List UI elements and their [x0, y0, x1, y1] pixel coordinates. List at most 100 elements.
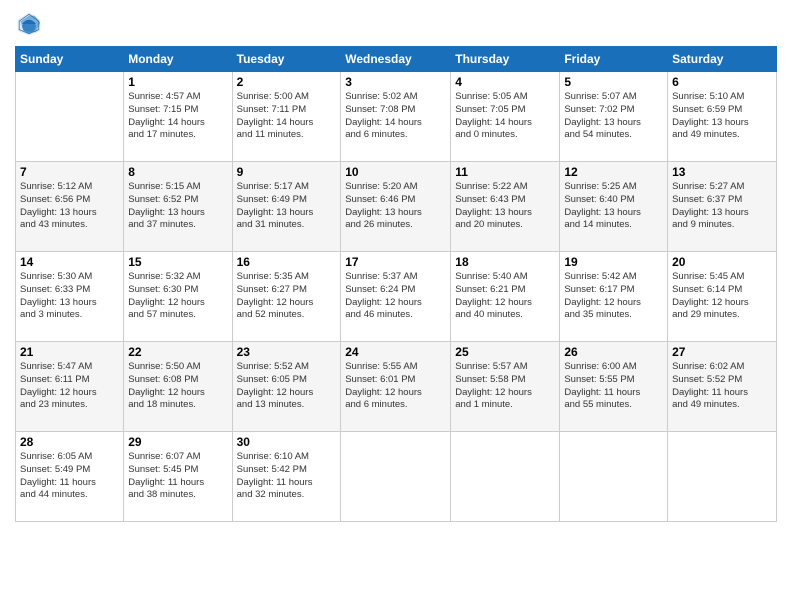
weekday-header-thursday: Thursday	[451, 47, 560, 72]
calendar-cell: 13 Sunrise: 5:27 AM Sunset: 6:37 PM Dayli…	[668, 162, 777, 252]
calendar-cell: 23 Sunrise: 5:52 AM Sunset: 6:05 PM Dayli…	[232, 342, 341, 432]
calendar-cell: 1 Sunrise: 4:57 AM Sunset: 7:15 PM Daylig…	[124, 72, 232, 162]
day-number: 15	[128, 255, 227, 269]
calendar-cell: 21 Sunrise: 5:47 AM Sunset: 6:11 PM Dayli…	[16, 342, 124, 432]
calendar-cell: 12 Sunrise: 5:25 AM Sunset: 6:40 PM Dayli…	[560, 162, 668, 252]
calendar-cell: 3Sunrise: 5:02 AM Sunset: 7:08 PM Daylig…	[341, 72, 451, 162]
calendar-cell: 24Sunrise: 5:55 AM Sunset: 6:01 PM Dayli…	[341, 342, 451, 432]
day-number: 20	[672, 255, 772, 269]
day-info: Sunrise: 6:05 AM Sunset: 5:49 PM Dayligh…	[20, 451, 119, 502]
calendar-body: 1 Sunrise: 4:57 AM Sunset: 7:15 PM Daylig…	[16, 72, 777, 522]
calendar-cell	[16, 72, 124, 162]
day-number: 26	[564, 345, 663, 359]
weekday-header-monday: Monday	[124, 47, 232, 72]
day-info: Sunrise: 5:07 AM Sunset: 7:02 PM Dayligh…	[564, 91, 663, 142]
day-info: Sunrise: 5:27 AM Sunset: 6:37 PM Dayligh…	[672, 181, 772, 232]
weekday-header-wednesday: Wednesday	[341, 47, 451, 72]
calendar-cell: 28Sunrise: 6:05 AM Sunset: 5:49 PM Dayli…	[16, 432, 124, 522]
day-number: 17	[345, 255, 446, 269]
day-info: Sunrise: 5:17 AM Sunset: 6:49 PM Dayligh…	[237, 181, 337, 232]
day-info: Sunrise: 5:40 AM Sunset: 6:21 PM Dayligh…	[455, 271, 555, 322]
day-info: Sunrise: 5:25 AM Sunset: 6:40 PM Dayligh…	[564, 181, 663, 232]
day-info: Sunrise: 4:57 AM Sunset: 7:15 PM Dayligh…	[128, 91, 227, 142]
day-number: 8	[128, 165, 227, 179]
day-number: 5	[564, 75, 663, 89]
calendar-week-4: 21 Sunrise: 5:47 AM Sunset: 6:11 PM Dayli…	[16, 342, 777, 432]
calendar-cell: 19 Sunrise: 5:42 AM Sunset: 6:17 PM Dayli…	[560, 252, 668, 342]
calendar-cell: 26 Sunrise: 6:00 AM Sunset: 5:55 PM Dayli…	[560, 342, 668, 432]
day-info: Sunrise: 5:00 AM Sunset: 7:11 PM Dayligh…	[237, 91, 337, 142]
day-info: Sunrise: 6:00 AM Sunset: 5:55 PM Dayligh…	[564, 361, 663, 412]
calendar-cell: 6 Sunrise: 5:10 AM Sunset: 6:59 PM Daylig…	[668, 72, 777, 162]
calendar-week-1: 1 Sunrise: 4:57 AM Sunset: 7:15 PM Daylig…	[16, 72, 777, 162]
day-number: 13	[672, 165, 772, 179]
day-number: 7	[20, 165, 119, 179]
calendar-cell: 22 Sunrise: 5:50 AM Sunset: 6:08 PM Dayli…	[124, 342, 232, 432]
day-number: 25	[455, 345, 555, 359]
day-info: Sunrise: 6:10 AM Sunset: 5:42 PM Dayligh…	[237, 451, 337, 502]
day-number: 27	[672, 345, 772, 359]
day-number: 2	[237, 75, 337, 89]
day-info: Sunrise: 5:32 AM Sunset: 6:30 PM Dayligh…	[128, 271, 227, 322]
day-number: 9	[237, 165, 337, 179]
day-info: Sunrise: 5:12 AM Sunset: 6:56 PM Dayligh…	[20, 181, 119, 232]
day-info: Sunrise: 5:05 AM Sunset: 7:05 PM Dayligh…	[455, 91, 555, 142]
day-info: Sunrise: 5:52 AM Sunset: 6:05 PM Dayligh…	[237, 361, 337, 412]
header	[15, 10, 777, 38]
calendar-cell: 2 Sunrise: 5:00 AM Sunset: 7:11 PM Daylig…	[232, 72, 341, 162]
day-info: Sunrise: 5:20 AM Sunset: 6:46 PM Dayligh…	[345, 181, 446, 232]
day-number: 1	[128, 75, 227, 89]
weekday-header-sunday: Sunday	[16, 47, 124, 72]
day-number: 3	[345, 75, 446, 89]
calendar-cell: 29Sunrise: 6:07 AM Sunset: 5:45 PM Dayli…	[124, 432, 232, 522]
day-info: Sunrise: 5:37 AM Sunset: 6:24 PM Dayligh…	[345, 271, 446, 322]
day-info: Sunrise: 5:15 AM Sunset: 6:52 PM Dayligh…	[128, 181, 227, 232]
calendar-cell: 11 Sunrise: 5:22 AM Sunset: 6:43 PM Dayli…	[451, 162, 560, 252]
calendar-cell: 30Sunrise: 6:10 AM Sunset: 5:42 PM Dayli…	[232, 432, 341, 522]
calendar-cell: 20Sunrise: 5:45 AM Sunset: 6:14 PM Dayli…	[668, 252, 777, 342]
calendar-cell: 25Sunrise: 5:57 AM Sunset: 5:58 PM Dayli…	[451, 342, 560, 432]
logo-icon	[15, 10, 43, 38]
calendar-cell: 5 Sunrise: 5:07 AM Sunset: 7:02 PM Daylig…	[560, 72, 668, 162]
calendar-week-5: 28Sunrise: 6:05 AM Sunset: 5:49 PM Dayli…	[16, 432, 777, 522]
day-info: Sunrise: 6:02 AM Sunset: 5:52 PM Dayligh…	[672, 361, 772, 412]
day-info: Sunrise: 5:22 AM Sunset: 6:43 PM Dayligh…	[455, 181, 555, 232]
day-info: Sunrise: 5:30 AM Sunset: 6:33 PM Dayligh…	[20, 271, 119, 322]
day-number: 23	[237, 345, 337, 359]
day-number: 6	[672, 75, 772, 89]
day-number: 4	[455, 75, 555, 89]
day-number: 11	[455, 165, 555, 179]
day-number: 22	[128, 345, 227, 359]
day-info: Sunrise: 5:10 AM Sunset: 6:59 PM Dayligh…	[672, 91, 772, 142]
calendar-cell: 15 Sunrise: 5:32 AM Sunset: 6:30 PM Dayli…	[124, 252, 232, 342]
day-number: 10	[345, 165, 446, 179]
calendar-cell	[341, 432, 451, 522]
day-info: Sunrise: 5:47 AM Sunset: 6:11 PM Dayligh…	[20, 361, 119, 412]
day-number: 21	[20, 345, 119, 359]
calendar-table: SundayMondayTuesdayWednesdayThursdayFrid…	[15, 46, 777, 522]
calendar-header: SundayMondayTuesdayWednesdayThursdayFrid…	[16, 47, 777, 72]
logo	[15, 10, 45, 38]
weekday-header-row: SundayMondayTuesdayWednesdayThursdayFrid…	[16, 47, 777, 72]
weekday-header-saturday: Saturday	[668, 47, 777, 72]
day-info: Sunrise: 5:35 AM Sunset: 6:27 PM Dayligh…	[237, 271, 337, 322]
calendar-cell	[451, 432, 560, 522]
day-info: Sunrise: 5:50 AM Sunset: 6:08 PM Dayligh…	[128, 361, 227, 412]
calendar-cell: 9 Sunrise: 5:17 AM Sunset: 6:49 PM Daylig…	[232, 162, 341, 252]
day-number: 14	[20, 255, 119, 269]
day-info: Sunrise: 5:55 AM Sunset: 6:01 PM Dayligh…	[345, 361, 446, 412]
calendar-cell: 27 Sunrise: 6:02 AM Sunset: 5:52 PM Dayli…	[668, 342, 777, 432]
page: SundayMondayTuesdayWednesdayThursdayFrid…	[0, 0, 792, 532]
calendar-cell: 7 Sunrise: 5:12 AM Sunset: 6:56 PM Daylig…	[16, 162, 124, 252]
calendar-cell: 8 Sunrise: 5:15 AM Sunset: 6:52 PM Daylig…	[124, 162, 232, 252]
calendar-cell: 14 Sunrise: 5:30 AM Sunset: 6:33 PM Dayli…	[16, 252, 124, 342]
calendar-week-3: 14 Sunrise: 5:30 AM Sunset: 6:33 PM Dayli…	[16, 252, 777, 342]
day-number: 19	[564, 255, 663, 269]
calendar-cell	[668, 432, 777, 522]
day-info: Sunrise: 6:07 AM Sunset: 5:45 PM Dayligh…	[128, 451, 227, 502]
weekday-header-tuesday: Tuesday	[232, 47, 341, 72]
day-number: 18	[455, 255, 555, 269]
day-info: Sunrise: 5:42 AM Sunset: 6:17 PM Dayligh…	[564, 271, 663, 322]
day-number: 16	[237, 255, 337, 269]
day-number: 12	[564, 165, 663, 179]
